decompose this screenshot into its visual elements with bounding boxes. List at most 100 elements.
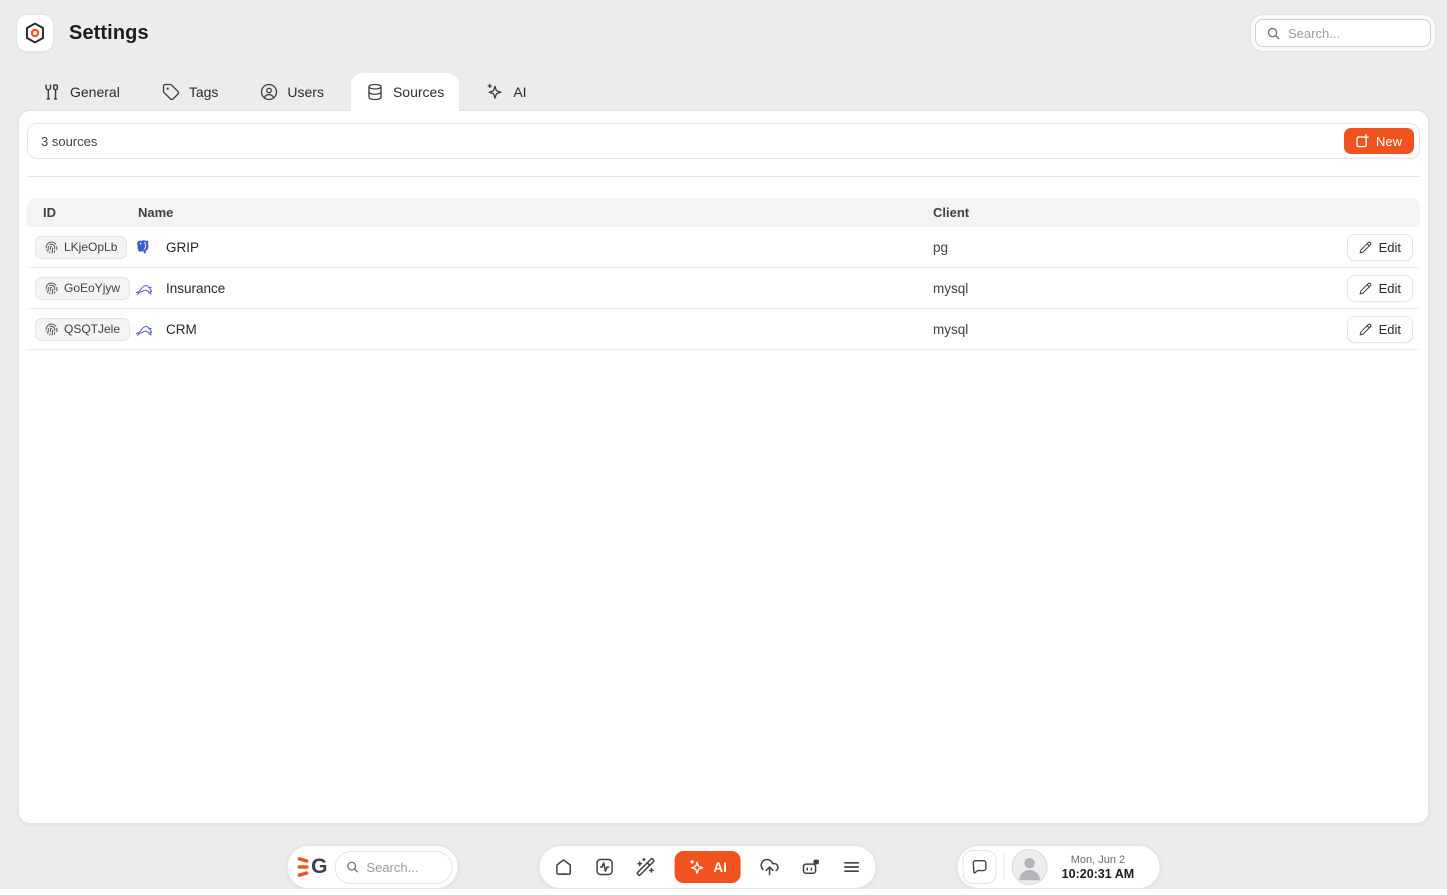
table-row[interactable]: GoEoYjyw Insurance mysql Edit <box>27 268 1420 309</box>
source-name-text: CRM <box>166 322 197 337</box>
source-client-text: mysql <box>923 281 1330 296</box>
clock-time: 10:20:31 AM <box>1060 867 1136 881</box>
source-name-cell: Insurance <box>129 280 923 297</box>
tab-sources[interactable]: Sources <box>351 73 459 111</box>
bot-chat-button[interactable] <box>799 855 823 879</box>
table-row[interactable]: QSQTJele CRM mysql Edit <box>27 309 1420 350</box>
square-plus-icon <box>1354 134 1369 148</box>
column-header-name: Name <box>129 205 923 220</box>
sparkle-plus-icon <box>486 83 504 101</box>
fingerprint-icon <box>45 323 58 336</box>
hamburger-menu-icon <box>842 857 862 877</box>
tab-tags[interactable]: Tags <box>147 73 234 110</box>
wand-button[interactable] <box>633 855 657 879</box>
sources-table: ID Name Client LKjeOpLb <box>27 198 1420 350</box>
speech-bubble-icon <box>971 858 989 876</box>
tab-label: AI <box>513 84 526 100</box>
fingerprint-icon <box>45 282 58 295</box>
new-source-button[interactable]: New <box>1344 128 1414 154</box>
feedback-chat-button[interactable] <box>963 850 997 884</box>
edit-source-button[interactable]: Edit <box>1347 316 1413 343</box>
bottom-edge-strip <box>0 889 1447 895</box>
dock-search-input[interactable] <box>366 860 441 875</box>
fingerprint-icon <box>45 241 58 254</box>
bottom-dock: G <box>286 845 1161 889</box>
search-icon <box>345 860 359 874</box>
table-row[interactable]: LKjeOpLb GRIP pg E <box>27 227 1420 268</box>
source-id-text: LKjeOpLb <box>64 240 117 254</box>
user-avatar[interactable] <box>1012 849 1048 885</box>
pencil-icon <box>1359 323 1372 336</box>
database-icon <box>366 83 384 101</box>
wand-sparkles-icon <box>635 857 655 877</box>
tools-icon <box>43 83 61 101</box>
brand-letter: G <box>311 855 327 879</box>
source-client-text: pg <box>923 240 1330 255</box>
search-icon <box>1266 26 1281 41</box>
tab-label: Users <box>287 84 324 100</box>
settings-tabs: General Tags Users Sources <box>28 73 1447 110</box>
edit-source-button[interactable]: Edit <box>1347 234 1413 261</box>
new-button-label: New <box>1376 134 1402 149</box>
orange-stripes-icon <box>296 855 310 879</box>
app-header: Settings <box>0 0 1447 52</box>
source-id-text: GoEoYjyw <box>64 281 120 295</box>
ai-button-label: AI <box>713 860 727 875</box>
column-header-id: ID <box>27 205 129 220</box>
tab-label: General <box>70 84 120 100</box>
source-id-badge[interactable]: GoEoYjyw <box>35 277 130 300</box>
sparkle-plus-icon <box>688 859 705 876</box>
sources-toolbar: 3 sources New <box>27 123 1420 159</box>
tab-label: Tags <box>189 84 219 100</box>
top-search-box[interactable] <box>1255 19 1431 47</box>
edit-button-label: Edit <box>1379 322 1401 337</box>
cloud-upload-button[interactable] <box>758 855 782 879</box>
sources-panel: 3 sources New ID Name Client <box>18 110 1429 824</box>
dock-clock[interactable]: Mon, Jun 2 10:20:31 AM <box>1048 854 1148 881</box>
ai-assistant-button[interactable]: AI <box>674 851 741 883</box>
activity-button[interactable] <box>592 855 616 879</box>
divider <box>1004 854 1005 880</box>
source-id-badge[interactable]: LKjeOpLb <box>35 236 127 259</box>
tab-ai[interactable]: AI <box>471 73 541 110</box>
divider <box>27 176 1420 177</box>
dock-search-box[interactable] <box>334 851 452 884</box>
top-search-input[interactable] <box>1288 26 1420 41</box>
source-client-text: mysql <box>923 322 1330 337</box>
clock-date: Mon, Jun 2 <box>1060 854 1136 866</box>
edit-button-label: Edit <box>1379 281 1401 296</box>
sources-count: 3 sources <box>41 134 97 149</box>
mysql-icon <box>135 321 152 338</box>
activity-square-icon <box>594 857 614 877</box>
tag-icon <box>162 83 180 101</box>
postgresql-icon <box>135 239 152 256</box>
dock-right-pill: Mon, Jun 2 10:20:31 AM <box>957 845 1161 889</box>
dock-left-pill: G <box>286 845 458 889</box>
source-name-cell: CRM <box>129 321 923 338</box>
mysql-icon <box>135 280 152 297</box>
edit-button-label: Edit <box>1379 240 1401 255</box>
tab-users[interactable]: Users <box>245 73 339 110</box>
tab-general[interactable]: General <box>28 73 135 110</box>
table-header-row: ID Name Client <box>27 198 1420 227</box>
page-title: Settings <box>69 22 149 45</box>
edit-source-button[interactable]: Edit <box>1347 275 1413 302</box>
dock-center-pill: AI <box>538 845 877 889</box>
menu-button[interactable] <box>840 855 864 879</box>
source-name-text: Insurance <box>166 281 225 296</box>
hexagon-target-logo-icon <box>23 21 47 45</box>
pencil-icon <box>1359 241 1372 254</box>
tab-label: Sources <box>393 84 444 100</box>
source-id-text: QSQTJele <box>64 322 120 336</box>
source-name-text: GRIP <box>166 240 199 255</box>
app-logo-button[interactable] <box>16 14 54 52</box>
home-icon <box>553 857 573 877</box>
home-button[interactable] <box>551 855 575 879</box>
pencil-icon <box>1359 282 1372 295</box>
source-name-cell: GRIP <box>129 239 923 256</box>
cloud-upload-icon <box>760 857 780 877</box>
app-brand-logo[interactable]: G <box>296 855 327 879</box>
bot-message-icon <box>801 857 821 877</box>
source-id-badge[interactable]: QSQTJele <box>35 318 130 341</box>
user-circle-icon <box>260 83 278 101</box>
